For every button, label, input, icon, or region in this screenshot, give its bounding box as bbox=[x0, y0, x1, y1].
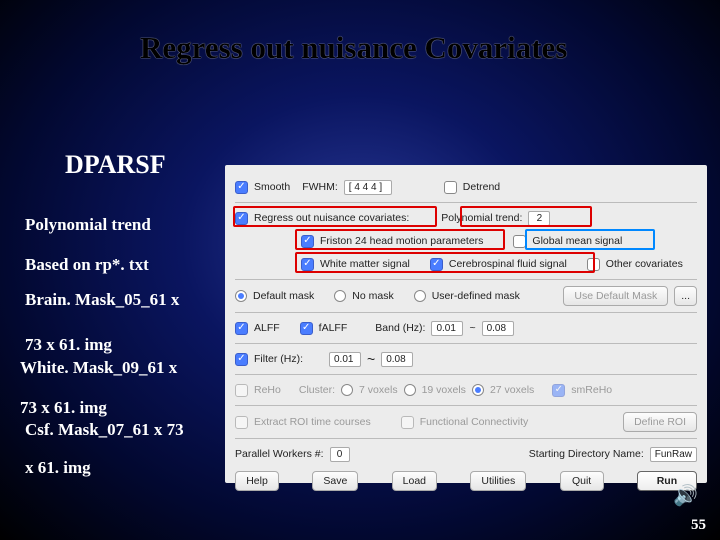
csf-label: Cerebrospinal fluid signal bbox=[449, 258, 567, 270]
quit-button[interactable]: Quit bbox=[560, 471, 604, 491]
browse-mask-button[interactable]: ... bbox=[674, 286, 697, 306]
band-low-field[interactable]: 0.01 bbox=[431, 321, 463, 336]
global-label: Global mean signal bbox=[532, 235, 622, 247]
other-checkbox[interactable] bbox=[587, 258, 600, 271]
load-button[interactable]: Load bbox=[392, 471, 437, 491]
label-based-on-rp: Based on rp*. txt bbox=[25, 255, 149, 275]
label-73x61-a: 73 x 61. img bbox=[25, 335, 112, 355]
sound-icon: 🔊 bbox=[673, 483, 698, 508]
wm-checkbox[interactable] bbox=[301, 258, 314, 271]
label-73x61-b: 73 x 61. img bbox=[20, 398, 107, 418]
filter-low-field[interactable]: 0.01 bbox=[329, 352, 361, 367]
smooth-checkbox[interactable] bbox=[235, 181, 248, 194]
wm-label: White matter signal bbox=[320, 258, 410, 270]
reho-label: ReHo bbox=[254, 384, 281, 396]
workers-field[interactable]: 0 bbox=[330, 447, 350, 462]
cluster-27-radio[interactable] bbox=[472, 384, 484, 396]
startdir-label: Starting Directory Name: bbox=[529, 448, 644, 460]
smooth-label: Smooth bbox=[254, 181, 290, 193]
user-mask-radio[interactable] bbox=[414, 290, 426, 302]
slide-title: Regress out nuisance Covariates bbox=[140, 30, 567, 66]
fwhm-field[interactable]: [ 4 4 4 ] bbox=[344, 180, 392, 195]
fc-checkbox[interactable] bbox=[401, 416, 414, 429]
cluster-7-label: 7 voxels bbox=[359, 384, 398, 396]
help-button[interactable]: Help bbox=[235, 471, 279, 491]
cluster-label: Cluster: bbox=[299, 384, 335, 396]
other-label: Other covariates bbox=[606, 258, 683, 270]
alff-label: ALFF bbox=[254, 322, 280, 334]
fwhm-label: FWHM: bbox=[302, 181, 338, 193]
label-x61-img: x 61. img bbox=[25, 458, 91, 478]
smreho-label: smReHo bbox=[571, 384, 612, 396]
dparsf-panel: Smooth FWHM: [ 4 4 4 ] Detrend Regress o… bbox=[225, 165, 707, 483]
label-white-mask: White. Mask_09_61 x bbox=[20, 358, 177, 378]
detrend-checkbox[interactable] bbox=[444, 181, 457, 194]
polytrend-label: Polynomial trend: bbox=[441, 212, 522, 224]
startdir-field[interactable]: FunRaw bbox=[650, 447, 697, 462]
no-mask-radio[interactable] bbox=[334, 290, 346, 302]
cluster-7-radio[interactable] bbox=[341, 384, 353, 396]
falff-label: fALFF bbox=[319, 322, 348, 334]
default-mask-radio[interactable] bbox=[235, 290, 247, 302]
regress-checkbox[interactable] bbox=[235, 212, 248, 225]
cluster-27-label: 27 voxels bbox=[490, 384, 534, 396]
save-button[interactable]: Save bbox=[312, 471, 358, 491]
label-polynomial-trend: Polynomial trend bbox=[25, 215, 151, 235]
roi-checkbox[interactable] bbox=[235, 416, 248, 429]
label-csf-mask: Csf. Mask_07_61 x 73 bbox=[25, 420, 184, 440]
filter-label: Filter (Hz): bbox=[254, 353, 303, 365]
polytrend-field[interactable]: 2 bbox=[528, 211, 550, 226]
reho-checkbox[interactable] bbox=[235, 384, 248, 397]
global-checkbox[interactable] bbox=[513, 235, 526, 248]
label-dparsf: DPARSF bbox=[65, 150, 166, 180]
band-high-field[interactable]: 0.08 bbox=[482, 321, 514, 336]
cluster-19-radio[interactable] bbox=[404, 384, 416, 396]
use-default-mask-button[interactable]: Use Default Mask bbox=[563, 286, 668, 306]
user-mask-label: User-defined mask bbox=[432, 290, 520, 302]
label-brain-mask: Brain. Mask_05_61 x bbox=[25, 290, 179, 310]
define-roi-button[interactable]: Define ROI bbox=[623, 412, 697, 432]
roi-label: Extract ROI time courses bbox=[254, 416, 371, 428]
friston-checkbox[interactable] bbox=[301, 235, 314, 248]
utilities-button[interactable]: Utilities bbox=[470, 471, 526, 491]
band-tilde: ~ bbox=[469, 322, 475, 334]
fc-label: Functional Connectivity bbox=[420, 416, 529, 428]
default-mask-label: Default mask bbox=[253, 290, 314, 302]
friston-label: Friston 24 head motion parameters bbox=[320, 235, 483, 247]
smreho-checkbox[interactable] bbox=[552, 384, 565, 397]
page-number: 55 bbox=[691, 517, 706, 534]
no-mask-label: No mask bbox=[352, 290, 393, 302]
filter-high-field[interactable]: 0.08 bbox=[381, 352, 413, 367]
falff-checkbox[interactable] bbox=[300, 322, 313, 335]
alff-checkbox[interactable] bbox=[235, 322, 248, 335]
cluster-19-label: 19 voxels bbox=[422, 384, 466, 396]
band-label: Band (Hz): bbox=[375, 322, 425, 334]
detrend-label: Detrend bbox=[463, 181, 500, 193]
workers-label: Parallel Workers #: bbox=[235, 448, 324, 460]
csf-checkbox[interactable] bbox=[430, 258, 443, 271]
filter-checkbox[interactable] bbox=[235, 353, 248, 366]
regress-label: Regress out nuisance covariates: bbox=[254, 212, 409, 224]
